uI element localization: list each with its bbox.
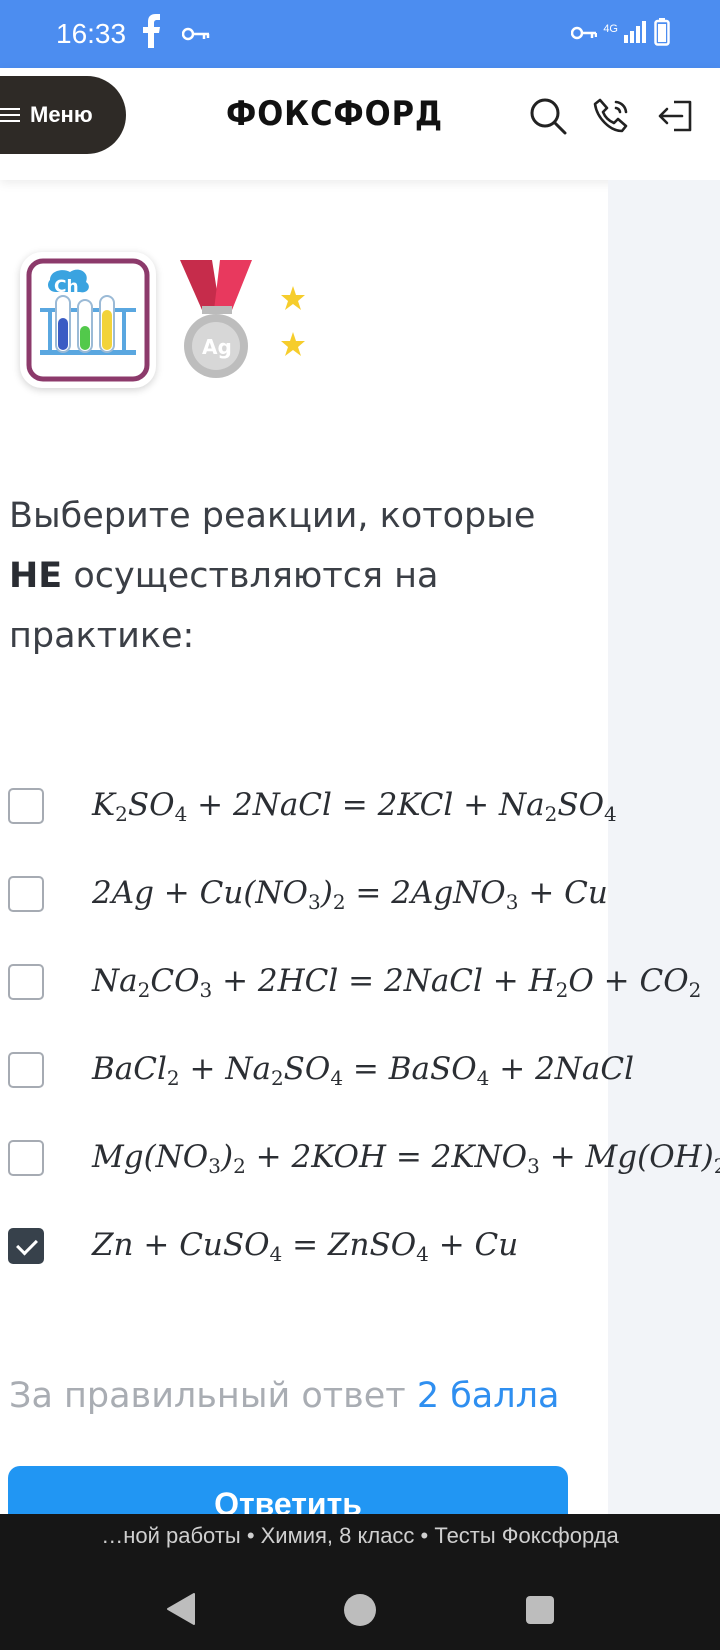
option-formula: BaCl2 + Na2SO4 = BaSO4 + 2NaCl [92, 1050, 635, 1090]
app-header: Меню ФОКСФОРД [0, 68, 720, 180]
answer-option[interactable]: Zn + CuSO4 = ZnSO4 + Cu [8, 1216, 720, 1276]
option-formula: 2Ag + Cu(NO3)2 = 2AgNO3 + Cu [92, 874, 608, 914]
logout-icon[interactable] [656, 96, 696, 136]
score-points: 2 балла [416, 1376, 560, 1416]
menu-label: Меню [30, 102, 93, 127]
score-hint: За правильный ответ 2 балла [9, 1376, 559, 1416]
side-stripe [608, 180, 720, 1515]
signal-icon [624, 21, 648, 47]
status-bar: 16:33 4G [0, 0, 720, 68]
system-nav-bar [0, 1568, 720, 1650]
battery-icon [654, 18, 670, 50]
question-line-3: практике: [9, 616, 195, 656]
status-time: 16:33 [56, 18, 127, 49]
search-icon[interactable] [528, 96, 568, 136]
answer-option[interactable]: BaCl2 + Na2SO4 = BaSO4 + 2NaCl [8, 1040, 720, 1100]
answer-option[interactable]: Na2CO3 + 2HCl = 2NaCl + H2O + CO2 [8, 952, 720, 1012]
option-formula: Zn + CuSO4 = ZnSO4 + Cu [92, 1226, 519, 1266]
phone-icon[interactable] [592, 96, 632, 136]
option-formula: Na2CO3 + 2HCl = 2NaCl + H2O + CO2 [92, 962, 702, 1002]
chem-label: Ch [54, 277, 79, 297]
option-checkbox[interactable] [8, 1140, 44, 1176]
score-prefix: За правильный ответ [9, 1376, 417, 1416]
network-type: 4G [603, 23, 618, 35]
vpn-key-icon [571, 25, 598, 44]
question-line-1: Выберите реакции, которые [9, 496, 536, 536]
question-emphasis: НЕ [9, 556, 63, 596]
option-formula: K2SO4 + 2NaCl = 2KCl + Na2SO4 [92, 786, 617, 826]
option-checkbox[interactable] [8, 1052, 44, 1088]
option-checkbox[interactable] [8, 788, 44, 824]
foxford-logo[interactable]: ФОКСФОРД [226, 94, 443, 134]
key-icon [181, 26, 210, 45]
option-formula: Mg(NO3)2 + 2KOH = 2KNO3 + Mg(OH)2 [92, 1138, 720, 1178]
option-checkbox[interactable] [8, 964, 44, 1000]
medal-label: Ag [202, 335, 232, 359]
silver-medal-badge: Ag [176, 252, 318, 388]
recent-apps-icon[interactable] [526, 1596, 554, 1624]
answer-option[interactable]: 2Ag + Cu(NO3)2 = 2AgNO3 + Cu [8, 864, 720, 924]
chemistry-badge: Ch [20, 252, 156, 388]
hamburger-icon [0, 108, 20, 122]
question-line-2: осуществляются на [62, 556, 439, 596]
home-icon[interactable] [344, 1594, 376, 1626]
menu-button[interactable]: Меню [0, 76, 126, 154]
answer-option[interactable]: K2SO4 + 2NaCl = 2KCl + Na2SO4 [8, 776, 720, 836]
answer-option[interactable]: Mg(NO3)2 + 2KOH = 2KNO3 + Mg(OH)2 [8, 1128, 720, 1188]
back-icon[interactable] [166, 1592, 196, 1630]
question-text: Выберите реакции, которые НЕ осуществляю… [9, 486, 589, 666]
facebook-icon [140, 14, 162, 52]
page-title-bar: …ной работы • Химия, 8 класс • Тесты Фок… [0, 1514, 720, 1568]
option-checkbox[interactable] [8, 876, 44, 912]
option-checkbox-checked[interactable] [8, 1228, 44, 1264]
